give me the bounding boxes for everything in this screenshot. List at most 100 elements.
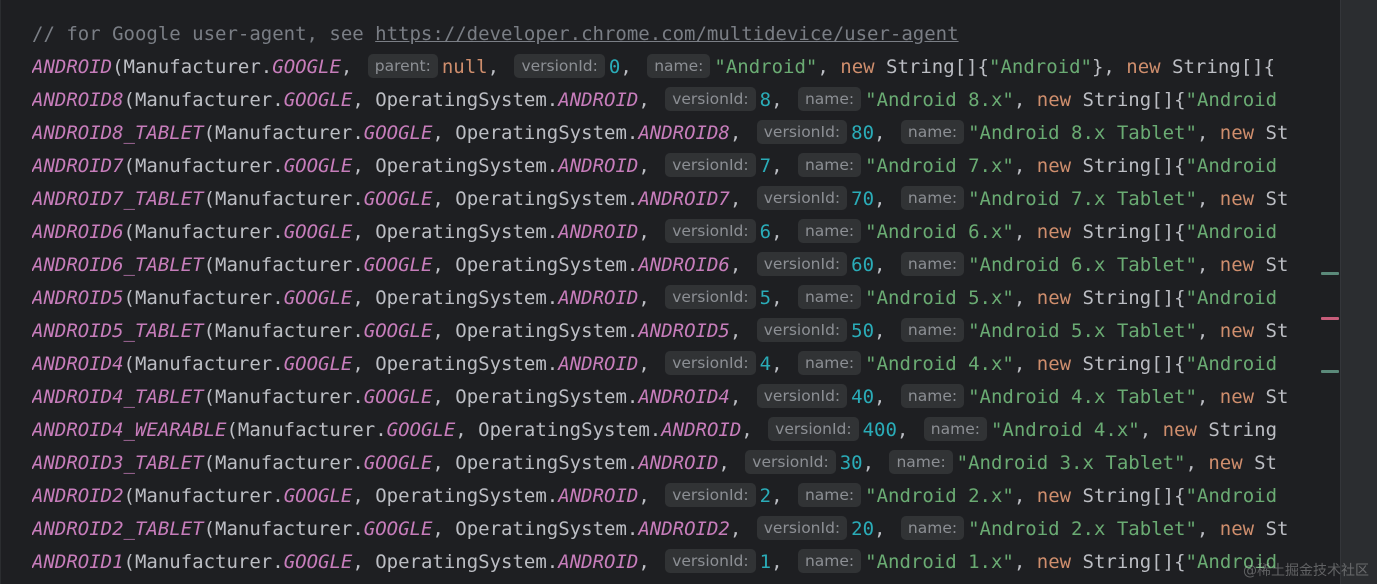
os-ref: OperatingSystem.	[375, 155, 559, 177]
param-hint-versionId: versionId:	[756, 384, 848, 408]
code-line: ANDROID1(Manufacturer.GOOGLE, OperatingS…	[32, 546, 1339, 579]
comma: ,	[352, 485, 376, 507]
code-token: g[]{	[1139, 485, 1186, 507]
param-hint-name: name:	[900, 186, 965, 210]
param-hint-name: name:	[923, 417, 987, 441]
version-id: 0	[608, 56, 621, 78]
comma: ,	[1196, 122, 1220, 144]
tail-code: new String[]{"Android	[1037, 221, 1277, 243]
string-literal: "Android	[1185, 353, 1278, 375]
code-line: ANDROID7(Manufacturer.GOOGLE, OperatingS…	[32, 150, 1339, 183]
comma: ,	[432, 452, 456, 474]
code-line: ANDROID2_TABLET(Manufacturer.GOOGLE, Ope…	[32, 513, 1339, 546]
code-line: ANDROID6(Manufacturer.GOOGLE, OperatingS…	[32, 216, 1339, 249]
param-hint-name: name:	[797, 549, 862, 573]
vertical-scrollbar[interactable]	[1340, 0, 1377, 584]
tail-code: new String[]{"Android	[1037, 485, 1277, 507]
string-literal: "Android"	[989, 56, 1092, 78]
comma: ,	[771, 155, 794, 177]
enum-constant: ANDROID5	[32, 287, 124, 309]
tail-code: new St	[1220, 254, 1289, 276]
new-keyword: new	[1219, 254, 1255, 276]
tail-code: new St	[1220, 320, 1289, 342]
code-line: ANDROID6_TABLET(Manufacturer.GOOGLE, Ope…	[32, 249, 1339, 282]
enum-constant: ANDROID4_TABLET	[32, 386, 204, 408]
comment-link[interactable]: https://developer.chrome.com/multidevice…	[375, 23, 958, 45]
comma: ,	[874, 254, 897, 276]
os-ref: OperatingSystem.	[375, 485, 559, 507]
parent-os: ANDROID4	[638, 386, 730, 408]
enum-constant: ANDROID	[32, 56, 113, 78]
name-string: "Android 4.x"	[865, 353, 1014, 375]
code-token: n	[931, 56, 944, 78]
code-line: ANDROID8(Manufacturer.GOOGLE, OperatingS…	[32, 84, 1339, 117]
name-string: "Android 5.x Tablet"	[968, 320, 1197, 342]
string-literal: "Android	[1185, 89, 1278, 111]
enum-constant: ANDROID6	[32, 221, 124, 243]
new-keyword: new	[1219, 122, 1255, 144]
comma: ,	[455, 419, 479, 441]
comma: ,	[874, 518, 897, 540]
manufacturer-google: GOOGLE	[386, 419, 456, 441]
parent-os: ANDROID	[558, 287, 639, 309]
code-line: ANDROID3_TABLET(Manufacturer.GOOGLE, Ope…	[32, 447, 1339, 480]
name-string: "Android 7.x"	[865, 155, 1014, 177]
comma: ,	[817, 56, 841, 78]
manufacturer-ref: Manufacturer.	[123, 56, 273, 78]
manufacturer-ref: Manufacturer.	[134, 551, 284, 573]
manufacturer-google: GOOGLE	[283, 551, 353, 573]
code-line: ANDROID7_TABLET(Manufacturer.GOOGLE, Ope…	[32, 183, 1339, 216]
tail-code: new String	[1163, 419, 1277, 441]
comma: ,	[771, 353, 794, 375]
code-token: Stri	[1071, 353, 1129, 375]
os-ref: OperatingSystem.	[375, 287, 559, 309]
parent-os: ANDROID5	[638, 320, 730, 342]
comma: ,	[432, 386, 456, 408]
param-hint-name: name:	[900, 384, 965, 408]
os-ref: OperatingSystem.	[455, 386, 639, 408]
version-id: 1	[759, 551, 772, 573]
code-token: Stri	[1071, 287, 1129, 309]
comma: ,	[729, 188, 753, 210]
param-hint-versionId: versionId:	[665, 483, 756, 507]
code-line: ANDROID5_TABLET(Manufacturer.GOOGLE, Ope…	[32, 315, 1339, 348]
parent-os: ANDROID	[558, 353, 639, 375]
comma: ,	[729, 386, 753, 408]
new-keyword: new	[1036, 287, 1072, 309]
comma: ,	[432, 188, 456, 210]
name-string: "Android 8.x Tablet"	[968, 122, 1197, 144]
tail-code: new St	[1208, 452, 1277, 474]
comma: ,	[432, 254, 456, 276]
code-area[interactable]: // for Google user-agent, see https://de…	[32, 18, 1339, 579]
name-string: "Android 4.x Tablet"	[968, 386, 1197, 408]
manufacturer-ref: Manufacturer.	[215, 386, 364, 408]
tail-code: new St	[1220, 386, 1289, 408]
open-paren: (	[123, 353, 135, 375]
manufacturer-google: GOOGLE	[272, 56, 341, 78]
param-hint-versionId: versionId:	[756, 516, 848, 540]
code-editor[interactable]: // for Google user-agent, see https://de…	[0, 0, 1377, 584]
param-hint-versionId: versionId:	[756, 186, 848, 210]
tail-code: new String[]{"Android	[1037, 287, 1277, 309]
os-ref: OperatingSystem.	[455, 188, 639, 210]
param-hint-versionId: versionId:	[665, 87, 756, 111]
comma: ,	[1139, 419, 1163, 441]
version-id: 40	[851, 386, 875, 408]
watermark-text: @稀土掘金技术社区	[1243, 563, 1369, 579]
param-hint-versionId: versionId:	[756, 120, 848, 144]
code-token: n	[1128, 551, 1140, 573]
name-string: "Android 7.x Tablet"	[968, 188, 1197, 210]
manufacturer-google: GOOGLE	[363, 122, 433, 144]
comma: ,	[638, 221, 662, 243]
param-hint-versionId: versionId:	[745, 450, 836, 474]
new-keyword: new	[1208, 452, 1243, 474]
code-token: },	[1091, 56, 1127, 78]
comma: ,	[729, 320, 753, 342]
code-token: Stri	[1071, 551, 1129, 573]
version-id: 2	[759, 485, 772, 507]
code-token: g[]{	[1139, 155, 1186, 177]
enum-constant: ANDROID4	[32, 353, 124, 375]
manufacturer-google: GOOGLE	[363, 188, 433, 210]
new-keyword: new	[1126, 56, 1161, 78]
name-string: "Android"	[714, 56, 818, 78]
